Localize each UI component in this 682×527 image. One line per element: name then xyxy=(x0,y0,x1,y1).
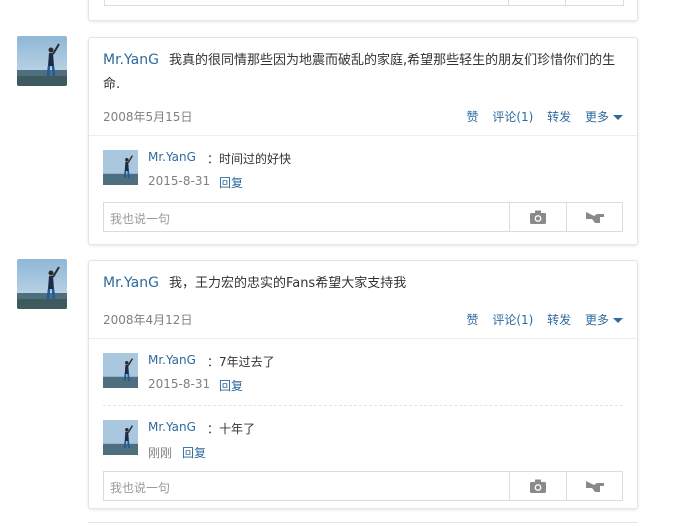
comment-button[interactable]: 评论(1) xyxy=(492,110,533,124)
avatar[interactable] xyxy=(17,36,67,86)
reply-date: 刚刚 xyxy=(148,446,173,460)
share-button[interactable]: 转发 xyxy=(547,313,571,327)
more-button[interactable]: 更多 xyxy=(585,110,623,124)
post-date: 2008年5月15日 xyxy=(103,110,193,124)
divider xyxy=(508,0,509,6)
avatar-image xyxy=(17,36,67,86)
reply-item: Mr.YanG ：7年过去了 2015-8-31 回复 xyxy=(103,339,623,405)
thumbs-up-icon xyxy=(586,481,604,492)
post-actions: 赞 评论(1) 转发 更多 xyxy=(456,311,623,328)
reply-button[interactable]: 回复 xyxy=(219,174,243,191)
post-text: 我，王力宏的忠实的Fans希望大家支持我 xyxy=(168,276,407,291)
more-label: 更多 xyxy=(584,110,609,124)
post-card: Mr.YanG 我真的很同情那些因为地震而破乱的家庭,希望那些轻生的朋友们珍惜你们… xyxy=(88,37,638,245)
reply-button[interactable]: 回复 xyxy=(182,444,206,461)
post-author[interactable]: Mr.YanG xyxy=(103,275,159,291)
reply-avatar[interactable] xyxy=(103,150,138,185)
reply-item: Mr.YanG ：时间过的好快 2015-8-31 回复 xyxy=(103,136,623,202)
post-body: Mr.YanG 我，王力宏的忠实的Fans希望大家支持我 xyxy=(89,261,637,296)
share-button[interactable]: 转发 xyxy=(547,110,571,124)
avatar-image xyxy=(103,420,138,455)
send-button[interactable] xyxy=(566,472,623,500)
divider xyxy=(88,522,638,523)
reply-author[interactable]: Mr.YanG xyxy=(148,353,196,367)
post-actions: 赞 评论(1) 转发 更多 xyxy=(456,108,623,125)
more-button[interactable]: 更多 xyxy=(585,313,623,327)
reply-date: 2015-8-31 xyxy=(148,377,211,391)
post-card: Mr.YanG 我，王力宏的忠实的Fans希望大家支持我 2008年4月12日 赞… xyxy=(88,260,638,509)
reply-text: ：时间过的好快 xyxy=(207,152,292,166)
caret-down-icon xyxy=(613,115,623,120)
reply-button[interactable]: 回复 xyxy=(219,377,243,394)
comment-input-placeholder: 我也说一句 xyxy=(110,481,171,495)
avatar[interactable] xyxy=(17,259,67,309)
like-button[interactable]: 赞 xyxy=(466,110,478,124)
reply-list: Mr.YanG ：时间过的好快 2015-8-31 回复 我也说一句 xyxy=(89,135,637,242)
post-text: 我真的很同情那些因为地震而破乱的家庭,希望那些轻生的朋友们珍惜你们的生命. xyxy=(103,53,616,92)
camera-button[interactable] xyxy=(509,203,566,231)
post-meta: 2008年4月12日 赞 评论(1) 转发 更多 xyxy=(89,302,637,338)
comment-input-placeholder: 我也说一句 xyxy=(110,212,171,226)
avatar-image xyxy=(17,259,67,309)
previous-post-card xyxy=(88,0,638,21)
post-date: 2008年4月12日 xyxy=(103,313,193,327)
camera-button[interactable] xyxy=(509,472,566,500)
avatar-image xyxy=(103,150,138,185)
camera-icon xyxy=(530,479,546,493)
post-meta: 2008年5月15日 赞 评论(1) 转发 更多 xyxy=(89,99,637,135)
comment-input-box[interactable]: 我也说一句 xyxy=(103,202,623,232)
camera-icon xyxy=(530,210,546,224)
reply-text: ：十年了 xyxy=(207,422,256,436)
reply-item: Mr.YanG ：十年了 刚刚 回复 xyxy=(103,405,623,471)
divider xyxy=(565,0,566,6)
comment-input-box[interactable]: 我也说一句 xyxy=(103,471,623,501)
like-button[interactable]: 赞 xyxy=(466,313,478,327)
caret-down-icon xyxy=(613,318,623,323)
post-body: Mr.YanG 我真的很同情那些因为地震而破乱的家庭,希望那些轻生的朋友们珍惜你们… xyxy=(89,38,637,97)
reply-date: 2015-8-31 xyxy=(148,174,211,188)
post-author[interactable]: Mr.YanG xyxy=(103,52,159,68)
thumbs-up-icon xyxy=(586,212,604,223)
reply-author[interactable]: Mr.YanG xyxy=(148,150,196,164)
comment-button[interactable]: 评论(1) xyxy=(492,313,533,327)
previous-comment-input[interactable] xyxy=(104,0,624,6)
send-button[interactable] xyxy=(566,203,623,231)
reply-list: Mr.YanG ：7年过去了 2015-8-31 回复 Mr.YanG ：十年了… xyxy=(89,338,637,511)
reply-author[interactable]: Mr.YanG xyxy=(148,420,196,434)
reply-avatar[interactable] xyxy=(103,420,138,455)
avatar-image xyxy=(103,353,138,388)
more-label: 更多 xyxy=(584,313,609,327)
reply-avatar[interactable] xyxy=(103,353,138,388)
reply-text: ：7年过去了 xyxy=(207,355,275,369)
